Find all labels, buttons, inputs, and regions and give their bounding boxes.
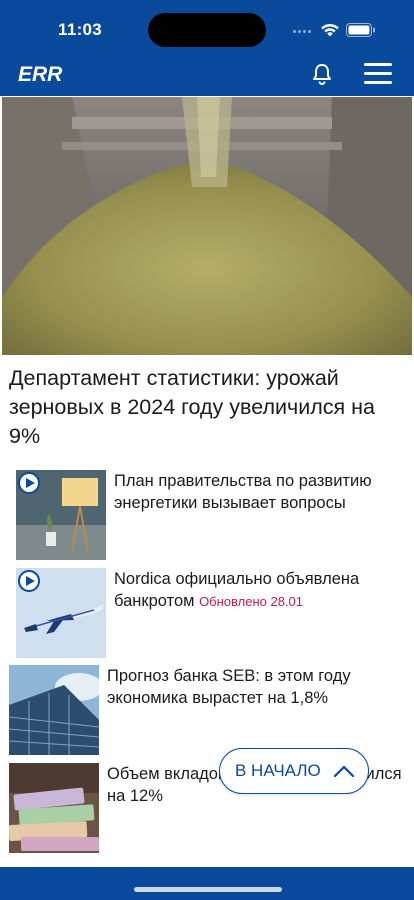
news-title: Прогноз банка SEB: в этом году экономика… (107, 665, 404, 709)
app-header: ERR (0, 56, 414, 96)
battery-icon (346, 23, 375, 37)
news-title: Nordica официально объявлена банкротом О… (114, 568, 404, 613)
dynamic-island (148, 13, 266, 47)
status-bar: 11:03 (0, 0, 414, 56)
building-photo (9, 665, 99, 755)
back-to-top-button[interactable]: В НАЧАЛО (219, 748, 369, 794)
lamp-photo (16, 470, 106, 560)
hero-headline[interactable]: Департамент статистики: урожай зерновых … (9, 364, 405, 451)
airplane-photo (16, 568, 106, 658)
video-play-icon (18, 570, 40, 592)
wifi-icon (321, 23, 339, 37)
svg-text:ERR: ERR (18, 63, 63, 85)
news-item[interactable]: План правительства по развитию энергетик… (0, 470, 414, 562)
home-indicator[interactable] (134, 887, 282, 892)
updated-badge: Обновлено 28.01 (199, 594, 304, 609)
bottom-bar (0, 867, 414, 900)
news-title-text: План правительства по развитию энергетик… (114, 472, 372, 512)
hamburger-menu-icon[interactable] (364, 63, 392, 85)
hero-image[interactable] (2, 97, 412, 355)
chevron-up-icon (333, 765, 354, 778)
video-play-icon (18, 472, 40, 494)
news-title: План правительства по развитию энергетик… (114, 470, 404, 514)
news-item[interactable]: Nordica официально объявлена банкротом О… (0, 568, 414, 660)
news-item[interactable]: Прогноз банка SEB: в этом году экономика… (0, 665, 414, 757)
back-to-top-label: В НАЧАЛО (235, 761, 321, 780)
bell-icon[interactable] (311, 62, 333, 86)
status-time: 11:03 (58, 20, 103, 39)
signal-icon (293, 30, 311, 33)
err-logo[interactable]: ERR (18, 63, 80, 85)
grain-pile-photo (2, 97, 412, 355)
news-title-text: Прогноз банка SEB: в этом году экономика… (107, 667, 351, 707)
banknotes-photo (9, 763, 99, 853)
